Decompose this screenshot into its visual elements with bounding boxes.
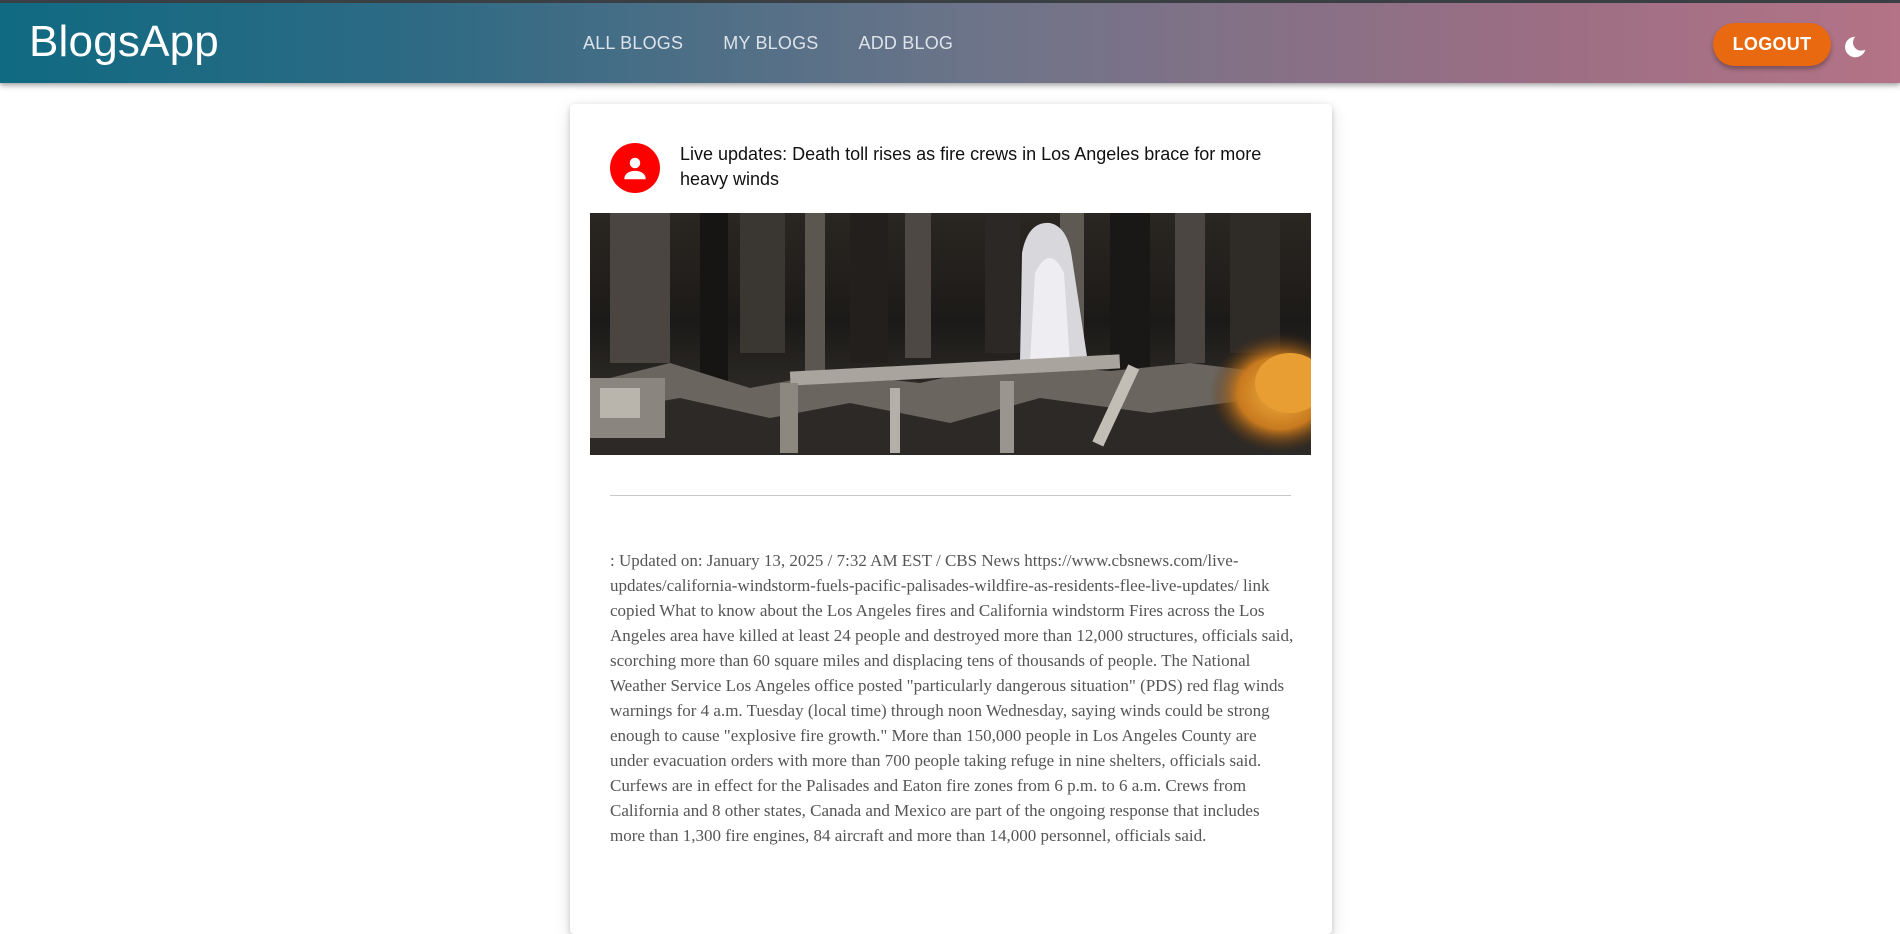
content-divider	[610, 495, 1291, 496]
moon-icon	[1845, 36, 1866, 58]
post-title: Live updates: Death toll rises as fire c…	[680, 144, 1262, 189]
nav-my-blogs[interactable]: MY BLOGS	[723, 31, 818, 56]
post-body: : Updated on: January 13, 2025 / 7:32 AM…	[610, 551, 1294, 845]
theme-toggle-button[interactable]	[1842, 34, 1868, 60]
logout-button[interactable]: LOGOUT	[1713, 23, 1831, 66]
app-bar: BlogsApp ALL BLOGS MY BLOGS ADD BLOG LOG…	[0, 0, 1900, 83]
nav-add-blog[interactable]: ADD BLOG	[859, 31, 954, 56]
author-avatar	[610, 143, 660, 193]
app-title[interactable]: BlogsApp	[29, 17, 219, 67]
blog-card: Live updates: Death toll rises as fire c…	[570, 104, 1332, 934]
person-icon	[624, 157, 646, 180]
main-nav: ALL BLOGS MY BLOGS ADD BLOG	[583, 31, 993, 56]
nav-all-blogs[interactable]: ALL BLOGS	[583, 31, 683, 56]
post-image	[590, 213, 1311, 455]
